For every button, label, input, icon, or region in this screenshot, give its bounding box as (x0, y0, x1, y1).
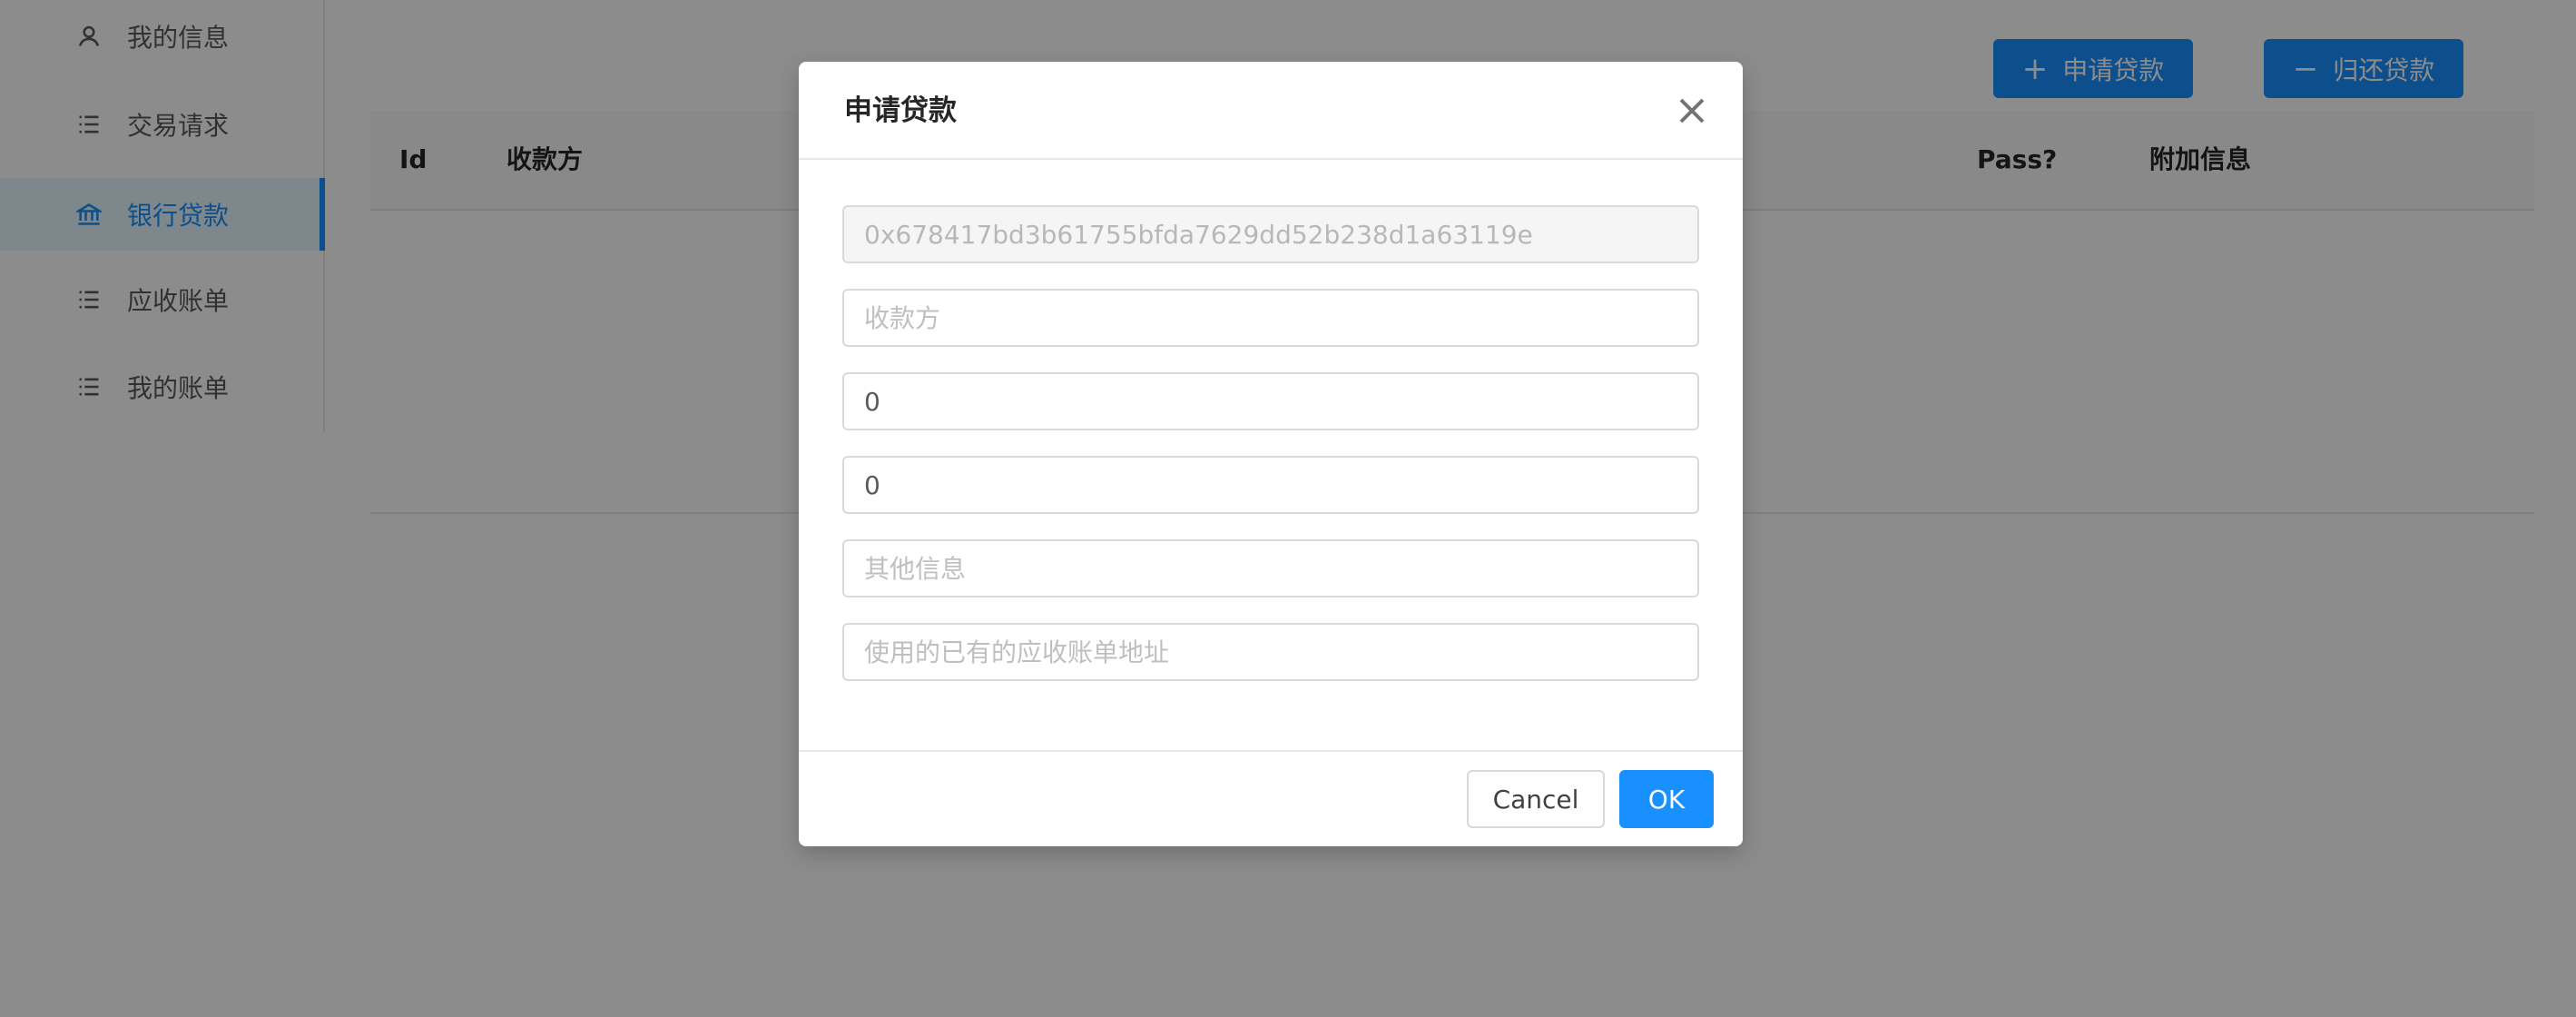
address-field[interactable] (842, 205, 1699, 263)
modal-title: 申请贷款 (844, 94, 957, 127)
modal-header: 申请贷款 (799, 62, 1743, 160)
modal-footer: Cancel OK (799, 750, 1743, 846)
ok-button[interactable]: OK (1619, 770, 1714, 828)
apply-loan-modal: 申请贷款 Cancel OK (799, 62, 1743, 846)
cancel-button[interactable]: Cancel (1467, 770, 1605, 828)
extra-info-field[interactable] (842, 539, 1699, 597)
amount-field[interactable] (842, 372, 1699, 430)
close-icon[interactable] (1676, 94, 1708, 127)
payee-field[interactable] (842, 289, 1699, 347)
receivable-address-field[interactable] (842, 623, 1699, 681)
second-number-field[interactable] (842, 456, 1699, 514)
